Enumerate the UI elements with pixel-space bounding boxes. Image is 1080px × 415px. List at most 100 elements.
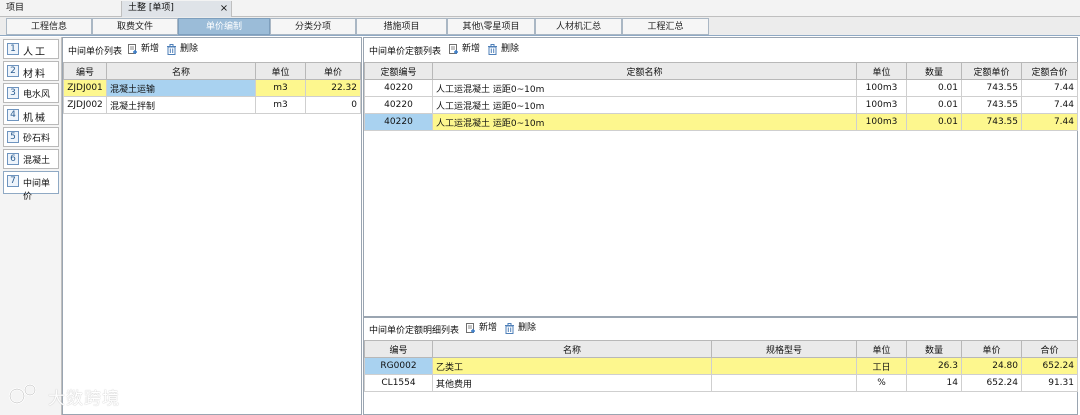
cell-name[interactable]: 其他费用 [432,374,712,392]
cell-code[interactable]: 40220 [364,113,433,131]
tab-unit-price[interactable]: 单价编制 [178,18,270,35]
delete-button[interactable]: 删除 [504,322,536,336]
add-button[interactable]: 新增 [465,322,497,336]
cell-total[interactable]: 7.44 [1021,96,1078,114]
column-header-unit[interactable]: 单位 [856,62,907,80]
cell-price[interactable]: 0 [305,96,361,114]
table-header-row: 编号 名称 规格型号 单位 数量 单价 合价 [364,340,1078,358]
table-row[interactable]: ZJDJ002 混凝土拌制 m3 0 [63,96,361,114]
cell-spec[interactable] [711,374,857,392]
sidebar-item-label: 人工 [23,47,47,58]
column-header-quota-code[interactable]: 定额编号 [364,62,433,80]
tab-items[interactable]: 分类分项 [270,18,356,35]
cell-unit[interactable]: 100m3 [856,79,907,97]
column-header-price[interactable]: 单价 [305,62,361,80]
cell-price[interactable]: 743.55 [961,79,1022,97]
cell-code[interactable]: 40220 [364,96,433,114]
sidebar-item-concrete[interactable]: 6 混凝土 [3,149,59,169]
tab-measures[interactable]: 措施项目 [356,18,447,35]
table-row[interactable]: RG0002 乙类工 工日 26.3 24.80 652.24 [364,357,1078,375]
cell-qty[interactable]: 26.3 [906,357,962,375]
column-header-unit[interactable]: 单位 [255,62,306,80]
delete-button-label: 删除 [501,44,520,54]
cell-price[interactable]: 743.55 [961,96,1022,114]
cell-spec[interactable] [711,357,857,375]
tab-project-summary[interactable]: 工程汇总 [622,18,709,35]
sidebar-item-label: 机械 [23,113,47,124]
cell-unit[interactable]: m3 [255,96,306,114]
sidebar-item-intermediate-price[interactable]: 7 中间单价 [3,171,59,202]
cell-total[interactable]: 7.44 [1021,79,1078,97]
quota-list-panel: 中间单价定额列表 新增 删除 定额编号 定额名称 单位 数量 定额单价 定额合价… [363,37,1078,317]
cell-price[interactable]: 652.24 [961,374,1022,392]
cell-total[interactable]: 652.24 [1021,357,1078,375]
table-row[interactable]: 40220 人工运混凝土 运距0~10m 100m3 0.01 743.55 7… [364,79,1078,97]
cell-unit[interactable]: m3 [255,79,306,97]
sidebar-item-utilities[interactable]: 3 电水风 [3,83,59,103]
column-header-quantity[interactable]: 数量 [906,340,962,358]
tab-resource-summary[interactable]: 人材机汇总 [535,18,622,35]
cell-qty[interactable]: 14 [906,374,962,392]
cell-price[interactable]: 24.80 [961,357,1022,375]
cell-name[interactable]: 人工运混凝土 运距0~10m [432,113,857,131]
cell-qty[interactable]: 0.01 [906,96,962,114]
column-header-name[interactable]: 名称 [106,62,256,80]
table-row[interactable]: 40220 人工运混凝土 运距0~10m 100m3 0.01 743.55 7… [364,113,1078,131]
column-header-price[interactable]: 单价 [961,340,1022,358]
add-doc-icon [449,44,458,54]
cell-unit[interactable]: 100m3 [856,96,907,114]
sidebar-item-label: 中间单价 [23,179,51,202]
table-row[interactable]: ZJDJ001 混凝土运输 m3 22.32 [63,79,361,97]
column-header-total[interactable]: 合价 [1021,340,1078,358]
table-row[interactable]: CL1554 其他费用 % 14 652.24 91.31 [364,374,1078,392]
add-button[interactable]: 新增 [448,43,480,57]
cell-unit[interactable]: 工日 [856,357,907,375]
add-button[interactable]: 新增 [127,43,159,57]
cell-total[interactable]: 7.44 [1021,113,1078,131]
cell-name[interactable]: 混凝土拌制 [106,96,256,114]
sidebar-item-aggregate[interactable]: 5 砂石料 [3,127,59,147]
cell-code[interactable]: CL1554 [364,374,433,392]
window-tab-project[interactable]: 项目 [0,1,122,17]
column-header-name[interactable]: 名称 [432,340,712,358]
delete-button[interactable]: 删除 [166,43,198,57]
quota-detail-panel: 中间单价定额明细列表 新增 删除 编号 名称 规格型号 单位 数量 单价 合价 … [363,317,1078,415]
cell-code[interactable]: ZJDJ001 [63,79,107,97]
cell-code[interactable]: RG0002 [364,357,433,375]
intermediate-price-table: 编号 名称 单位 单价 ZJDJ001 混凝土运输 m3 22.32 ZJDJ0… [63,62,361,114]
column-header-spec[interactable]: 规格型号 [711,340,857,358]
tab-project-info[interactable]: 工程信息 [6,18,92,35]
tab-other-items[interactable]: 其他\零星项目 [447,18,535,35]
column-header-quota-total[interactable]: 定额合价 [1021,62,1078,80]
column-header-code[interactable]: 编号 [364,340,433,358]
window-tab-soil[interactable]: 土整 [单项] [122,1,232,17]
delete-button[interactable]: 删除 [487,43,519,57]
cell-name[interactable]: 人工运混凝土 运距0~10m [432,96,857,114]
sidebar-item-machinery[interactable]: 4 机械 [3,105,59,125]
column-header-code[interactable]: 编号 [63,62,107,80]
table-row[interactable]: 40220 人工运混凝土 运距0~10m 100m3 0.01 743.55 7… [364,96,1078,114]
cell-price[interactable]: 743.55 [961,113,1022,131]
cell-name[interactable]: 乙类工 [432,357,712,375]
cell-total[interactable]: 91.31 [1021,374,1078,392]
close-tab-icon[interactable]: × [218,1,230,16]
cell-unit[interactable]: 100m3 [856,113,907,131]
tab-fee-files[interactable]: 取费文件 [92,18,178,35]
cell-code[interactable]: 40220 [364,79,433,97]
cell-name[interactable]: 人工运混凝土 运距0~10m [432,79,857,97]
cell-code[interactable]: ZJDJ002 [63,96,107,114]
column-header-unit[interactable]: 单位 [856,340,907,358]
cell-name[interactable]: 混凝土运输 [106,79,256,97]
sidebar-item-label: 电水风 [23,90,51,100]
column-header-quota-name[interactable]: 定额名称 [432,62,857,80]
column-header-quantity[interactable]: 数量 [906,62,962,80]
column-header-quota-price[interactable]: 定额单价 [961,62,1022,80]
cell-price[interactable]: 22.32 [305,79,361,97]
sidebar-item-label: 砂石料 [23,134,51,144]
cell-qty[interactable]: 0.01 [906,79,962,97]
cell-unit[interactable]: % [856,374,907,392]
trash-icon [488,44,497,55]
cell-qty[interactable]: 0.01 [906,113,962,131]
sidebar-item-labor[interactable]: 1 人工 [3,39,59,59]
sidebar-item-material[interactable]: 2 材料 [3,61,59,81]
